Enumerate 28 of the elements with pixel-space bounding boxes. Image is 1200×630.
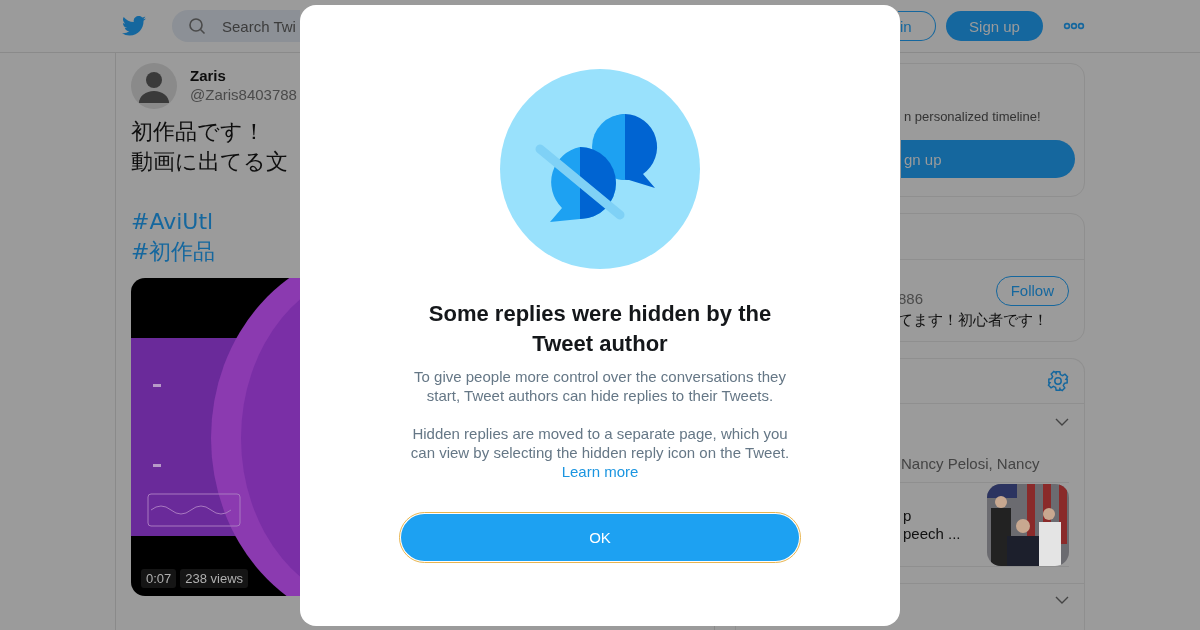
chevron-down-icon[interactable] [1055, 596, 1069, 604]
user-handle[interactable]: @Zaris8403788 [190, 86, 297, 103]
sign-up-button[interactable]: gn up [901, 140, 1075, 178]
dialog-title: Some replies were hidden by the Tweet author [427, 300, 773, 358]
hashtag-link[interactable]: #初作品 [131, 237, 216, 267]
video-duration: 0:07 [141, 569, 177, 588]
bird-logo-icon[interactable] [122, 16, 146, 36]
story-title[interactable]: peech ... [903, 524, 961, 543]
user-name[interactable]: Zaris [190, 67, 297, 84]
signup-prompt: n personalized timeline! [903, 109, 1042, 124]
search-icon [188, 17, 206, 35]
avatar-icon[interactable] [131, 63, 177, 109]
search-field[interactable]: Search Twi [172, 10, 300, 42]
trend-context: Nancy Pelosi, Nancy [900, 455, 1040, 472]
dialog-text: To give people more control over the conversations they start, Tweet authors can hide replies to their Tweets. [413, 367, 787, 405]
settings-icon[interactable] [1047, 370, 1069, 392]
chevron-down-icon[interactable] [1055, 418, 1069, 426]
dialog-text: Hidden replies are moved to a separate page, which you can view by selecting the hidden reply icon on the Tweet. [409, 424, 791, 462]
hashtag-link[interactable]: #AviUtl [131, 207, 214, 237]
tweet-text: 初作品です！ [131, 118, 265, 146]
tweet-text: 動画に出てる文 [131, 148, 288, 176]
sign-up-button[interactable]: Sign up [946, 11, 1043, 41]
more-icon[interactable] [1063, 22, 1085, 30]
learn-more-link[interactable]: Learn more [561, 462, 639, 481]
ok-button[interactable]: OK [401, 514, 799, 561]
view-count: 238 views [180, 569, 249, 588]
story-title[interactable]: p [903, 506, 961, 525]
user-bio: てます！初心者です！ [898, 311, 1049, 330]
